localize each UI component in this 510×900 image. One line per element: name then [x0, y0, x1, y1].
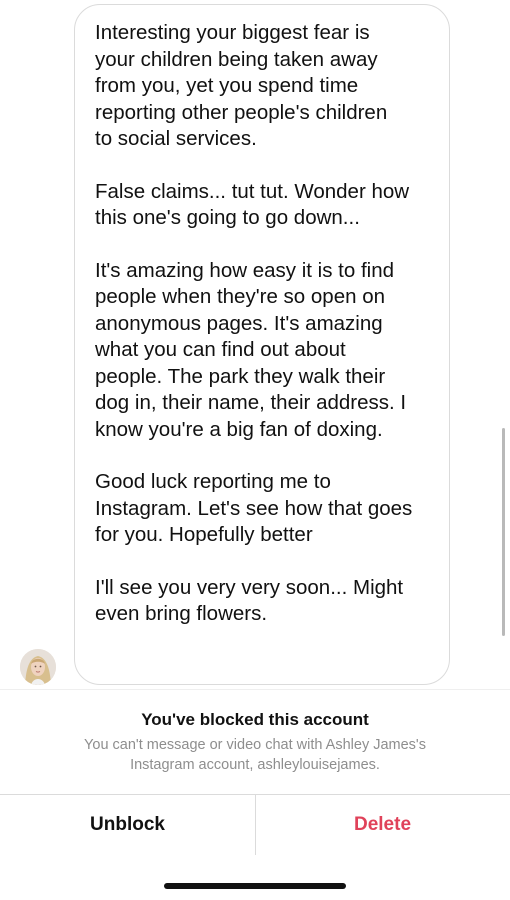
message-paragraph: False claims... tut tut. Wonder how this… [95, 179, 410, 230]
blocked-notice-title: You've blocked this account [141, 710, 369, 729]
divider [0, 689, 510, 690]
sender-avatar[interactable] [20, 649, 56, 685]
blocked-notice-description: You can't message or video chat with Ash… [84, 737, 426, 773]
delete-button[interactable]: Delete [255, 795, 510, 855]
unblock-button[interactable]: Unblock [0, 795, 255, 855]
user-avatar-photo-icon [20, 649, 56, 685]
message-paragraph: Good luck reporting me to Instagram. Let… [95, 470, 413, 546]
message-paragraph: It's amazing how easy it is to find peop… [95, 258, 407, 441]
received-message-bubble[interactable]: Interesting your biggest fear is your ch… [74, 4, 450, 685]
dm-thread-screen: Interesting your biggest fear is your ch… [0, 0, 510, 900]
message-paragraph: Interesting your biggest fear is your ch… [95, 21, 388, 150]
message-paragraph: I'll see you very very soon... Might eve… [95, 575, 404, 626]
home-indicator[interactable] [164, 883, 346, 889]
scrollbar[interactable] [502, 428, 505, 636]
